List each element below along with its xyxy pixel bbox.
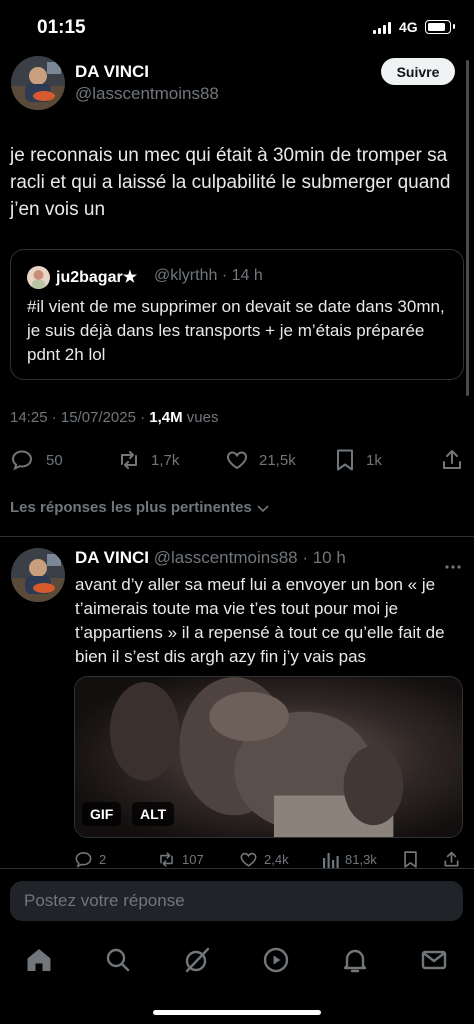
video-icon[interactable] [262,946,290,974]
chevron-down-icon [257,504,269,512]
reply-share-action[interactable] [443,850,460,869]
messages-icon[interactable] [420,946,448,974]
reply-icon [75,851,92,868]
divider [0,536,474,537]
reply-composer[interactable] [10,881,463,921]
bookmark-count: 1k [366,451,382,469]
views-count: 1,4M [149,409,183,426]
reply-like-count: 2,4k [264,852,289,867]
notifications-icon[interactable] [341,946,369,974]
repost-icon [121,451,137,469]
quoted-tweet[interactable]: ju2bagar★ @klyrthh · 14 h #il vient de m… [10,249,464,380]
reply-count: 50 [46,451,63,469]
divider [0,868,474,869]
reply-icon [11,450,33,471]
like-action[interactable]: 21,5k [225,448,296,472]
reply-bookmark-action[interactable] [402,850,419,869]
reply-author-name[interactable]: DA VINCI [75,548,149,567]
tweet-text: je reconnais un mec qui était à 30min de… [10,145,451,220]
author-avatar[interactable] [11,56,65,110]
like-icon [226,451,248,470]
grok-icon[interactable] [183,946,211,974]
reply-repost-count: 107 [182,852,204,867]
scrollbar[interactable] [466,60,469,396]
quote-text: #il vient de me supprimer on devait se d… [27,297,445,364]
share-action[interactable] [441,448,463,472]
views-icon [323,853,339,868]
alt-badge[interactable]: ALT [132,802,175,826]
home-indicator[interactable] [153,1010,321,1015]
repost-icon [160,852,173,867]
author-name[interactable]: DA VINCI [75,62,149,82]
share-icon [443,450,461,469]
views-label: vues [182,409,219,426]
share-icon [444,851,459,867]
reply-action[interactable]: 50 [10,448,63,472]
reply-reply-action[interactable]: 2 [74,850,106,869]
signal-icon [373,22,391,34]
repost-action[interactable]: 1,7k [117,448,179,472]
reply-views-action[interactable]: 81,3k [322,850,377,869]
search-icon[interactable] [104,946,132,974]
reply-reply-count: 2 [99,852,107,867]
bookmark-icon [404,851,417,868]
like-icon [240,852,257,867]
status-bar: 01:15 4G [0,0,474,54]
reply-header: DA VINCI @lasscentmoins88 · 10 h [75,548,346,568]
battery-icon [425,20,455,34]
repost-count: 1,7k [151,451,180,469]
quote-author-name: ju2bagar★ [56,269,138,286]
reply-repost-action[interactable]: 107 [157,850,204,869]
reply-views-count: 81,3k [345,852,377,867]
more-icon[interactable] [445,556,461,574]
follow-button[interactable]: Suivre [381,58,455,85]
network-label: 4G [399,19,418,35]
tweet-meta: 14:25 · 15/07/2025 · 1,4M vues [10,409,219,426]
reply-like-action[interactable]: 2,4k [239,850,289,869]
gif-badge: GIF [82,802,122,826]
reply-input[interactable] [10,881,463,921]
like-count: 21,5k [259,451,296,469]
bookmark-icon [337,449,353,471]
bookmark-action[interactable]: 1k [334,448,382,472]
reply-author-handle[interactable]: @lasscentmoins88 · 10 h [154,548,346,567]
replies-sort-dropdown[interactable]: Les réponses les plus pertinentes [10,499,270,516]
quote-avatar [27,266,50,289]
reply-text: avant d’y aller sa meuf lui a envoyer un… [75,575,445,666]
author-handle[interactable]: @lasscentmoins88 [75,84,219,104]
tweet-timestamp: 14:25 · 15/07/2025 · [10,409,150,426]
replies-sort-label: Les réponses les plus pertinentes [10,499,252,516]
reply-author-avatar[interactable] [11,548,65,602]
status-time: 01:15 [37,17,86,38]
quote-author-handle: @klyrthh · 14 h [154,267,263,284]
home-icon[interactable] [25,946,53,974]
